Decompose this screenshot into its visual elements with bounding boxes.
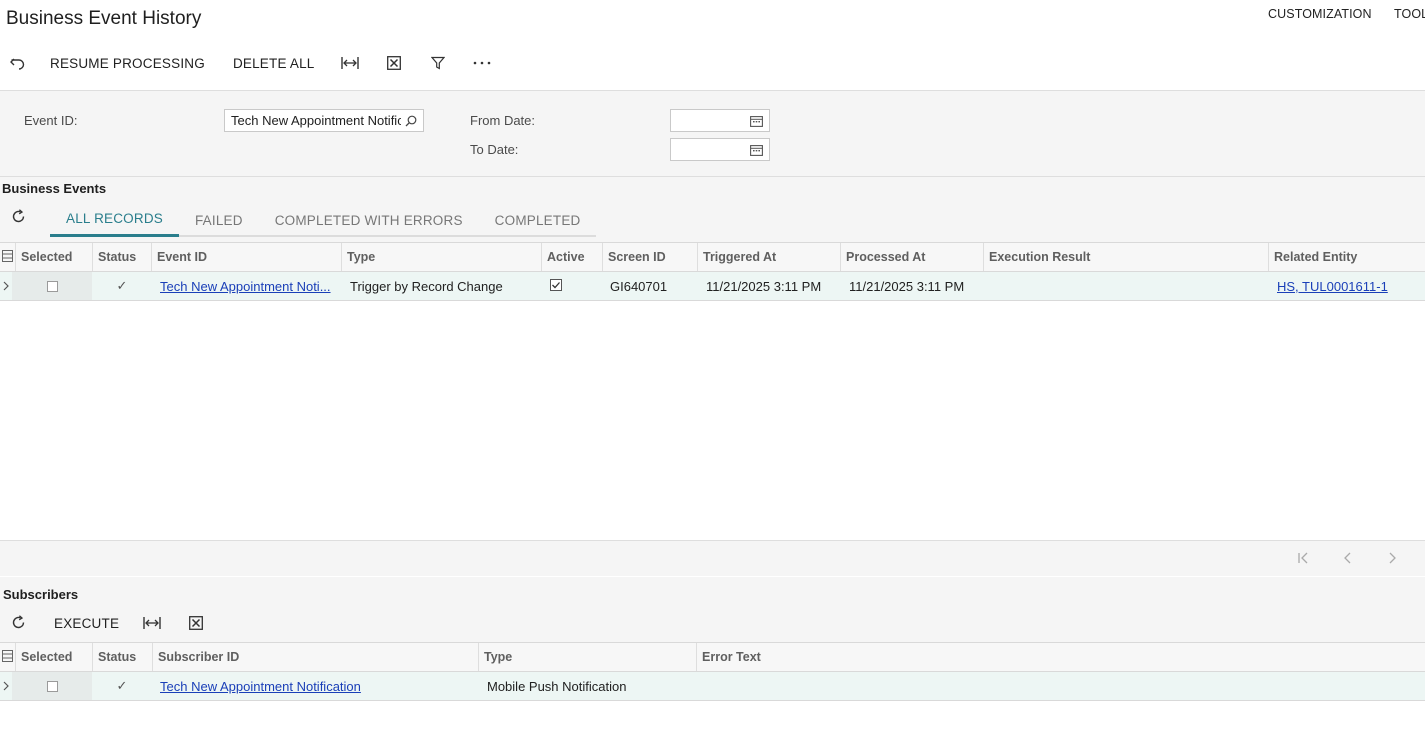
subscribers-header-bg <box>0 577 1425 642</box>
column-header-status[interactable]: Status <box>92 243 152 271</box>
more-icon <box>473 61 491 65</box>
event-id-value: Tech New Appointment Notific <box>231 113 401 128</box>
tab-all-records[interactable]: ALL RECORDS <box>50 203 179 237</box>
column-header-selected[interactable]: Selected <box>15 643 92 671</box>
business-events-tabs: ALL RECORDS FAILED COMPLETED WITH ERRORS… <box>50 203 597 237</box>
resume-processing-button[interactable]: RESUME PROCESSING <box>36 48 219 78</box>
refresh-icon <box>11 615 26 633</box>
tab-completed-with-errors[interactable]: COMPLETED WITH ERRORS <box>259 203 479 237</box>
subscribers-grid-header: Selected Status Subscriber ID Type Error… <box>0 642 1425 672</box>
row-active-checkbox <box>541 272 571 300</box>
tools-menu[interactable]: TOOL <box>1394 7 1425 21</box>
column-header-processed-at[interactable]: Processed At <box>840 243 983 271</box>
row-expand-button[interactable] <box>0 272 12 300</box>
row-processed-at-cell: 11/21/2025 3:11 PM <box>849 278 965 294</box>
table-row[interactable]: ✓ Tech New Appointment Notification Mobi… <box>0 672 1425 701</box>
grid-pager <box>0 540 1425 576</box>
tab-failed[interactable]: FAILED <box>179 203 259 237</box>
column-header-type[interactable]: Type <box>478 643 696 671</box>
row-event-id-cell: Tech New Appointment Noti... <box>160 272 336 300</box>
tab-completed[interactable]: COMPLETED <box>479 203 597 237</box>
row-related-entity-cell: HS, TUL0001611-1 <box>1277 272 1423 300</box>
column-header-subscriber-id[interactable]: Subscriber ID <box>152 643 478 671</box>
related-entity-link[interactable]: HS, TUL0001611-1 <box>1277 279 1388 294</box>
search-icon[interactable] <box>401 115 417 127</box>
table-row[interactable]: ✓ Tech New Appointment Noti... Trigger b… <box>0 272 1425 301</box>
column-header-event-id[interactable]: Event ID <box>151 243 341 271</box>
fit-columns-icon <box>341 56 360 70</box>
row-error-text-cell <box>701 672 1421 700</box>
filter-button[interactable] <box>416 48 460 78</box>
calendar-icon[interactable] <box>747 144 763 156</box>
chevron-right-icon <box>3 279 9 294</box>
column-header-screen-id[interactable]: Screen ID <box>602 243 698 271</box>
column-header-selected[interactable]: Selected <box>15 243 92 271</box>
row-triggered-at-cell: 11/21/2025 3:11 PM <box>706 278 822 294</box>
fit-columns-button[interactable] <box>328 48 372 78</box>
more-actions-button[interactable] <box>460 48 504 78</box>
subscriber-id-link[interactable]: Tech New Appointment Notification <box>160 679 361 694</box>
row-status-icon: ✓ <box>116 678 128 693</box>
row-screen-id-cell: GI640701 <box>610 278 668 294</box>
event-id-link[interactable]: Tech New Appointment Noti... <box>160 279 331 294</box>
column-config-button[interactable] <box>0 243 15 271</box>
export-excel-button[interactable] <box>372 48 416 78</box>
calendar-icon[interactable] <box>747 115 763 127</box>
page-title: Business Event History <box>6 8 202 29</box>
previous-page-button[interactable] <box>1338 549 1358 569</box>
undo-button[interactable] <box>0 48 36 78</box>
from-date-input[interactable] <box>670 109 770 132</box>
refresh-button[interactable] <box>8 209 28 227</box>
fit-columns-icon <box>143 616 161 633</box>
row-selected-checkbox[interactable] <box>12 672 92 700</box>
subscribers-column-config-button[interactable] <box>0 643 15 671</box>
row-subscriber-id-cell: Tech New Appointment Notification <box>160 672 476 700</box>
customization-menu[interactable]: CUSTOMIZATION <box>1268 7 1372 21</box>
refresh-icon <box>11 209 26 227</box>
column-settings-icon <box>2 649 13 665</box>
excel-export-icon <box>387 56 402 70</box>
subscribers-fit-columns-button[interactable] <box>142 615 162 633</box>
from-date-label: From Date: <box>470 113 536 128</box>
subscribers-title: Subscribers <box>3 587 79 602</box>
row-type-cell: Trigger by Record Change <box>350 278 503 294</box>
delete-all-button[interactable]: DELETE ALL <box>219 48 329 78</box>
event-id-selector[interactable]: Tech New Appointment Notific <box>224 109 424 132</box>
subscribers-refresh-button[interactable] <box>8 615 28 633</box>
column-header-related-entity[interactable]: Related Entity <box>1268 243 1425 271</box>
chevron-left-icon <box>1343 552 1353 567</box>
row-status-icon: ✓ <box>116 278 128 293</box>
undo-icon <box>10 56 26 70</box>
checkbox-unchecked <box>46 280 58 292</box>
row-type-cell: Mobile Push Notification <box>487 678 627 694</box>
chevron-right-icon <box>3 679 9 694</box>
to-date-input[interactable] <box>670 138 770 161</box>
chevron-right-icon <box>1387 552 1397 567</box>
column-settings-icon <box>2 249 13 265</box>
business-events-grid-header: Selected Status Event ID Type Active Scr… <box>0 242 1425 272</box>
column-header-triggered-at[interactable]: Triggered At <box>697 243 840 271</box>
checkbox-checked-icon <box>550 278 562 294</box>
to-date-label: To Date: <box>470 142 519 157</box>
row-selected-checkbox[interactable] <box>12 272 92 300</box>
event-id-label: Event ID: <box>24 113 78 128</box>
first-page-button[interactable] <box>1294 549 1314 569</box>
filter-panel <box>0 90 1425 177</box>
excel-export-icon <box>189 615 203 633</box>
subscribers-export-excel-button[interactable] <box>186 615 206 633</box>
row-expand-button[interactable] <box>0 672 12 700</box>
execute-button[interactable]: EXECUTE <box>54 616 119 631</box>
column-header-status[interactable]: Status <box>92 643 152 671</box>
filter-icon <box>431 56 446 70</box>
next-page-button[interactable] <box>1382 549 1402 569</box>
column-header-execution-result[interactable]: Execution Result <box>983 243 1268 271</box>
main-toolbar: RESUME PROCESSING DELETE ALL <box>0 48 504 78</box>
business-events-title: Business Events <box>2 181 107 196</box>
first-page-icon <box>1297 552 1311 567</box>
checkbox-unchecked <box>46 680 58 692</box>
column-header-active[interactable]: Active <box>541 243 602 271</box>
row-execution-result-cell <box>988 272 1266 300</box>
column-header-error-text[interactable]: Error Text <box>696 643 1425 671</box>
column-header-type[interactable]: Type <box>341 243 541 271</box>
